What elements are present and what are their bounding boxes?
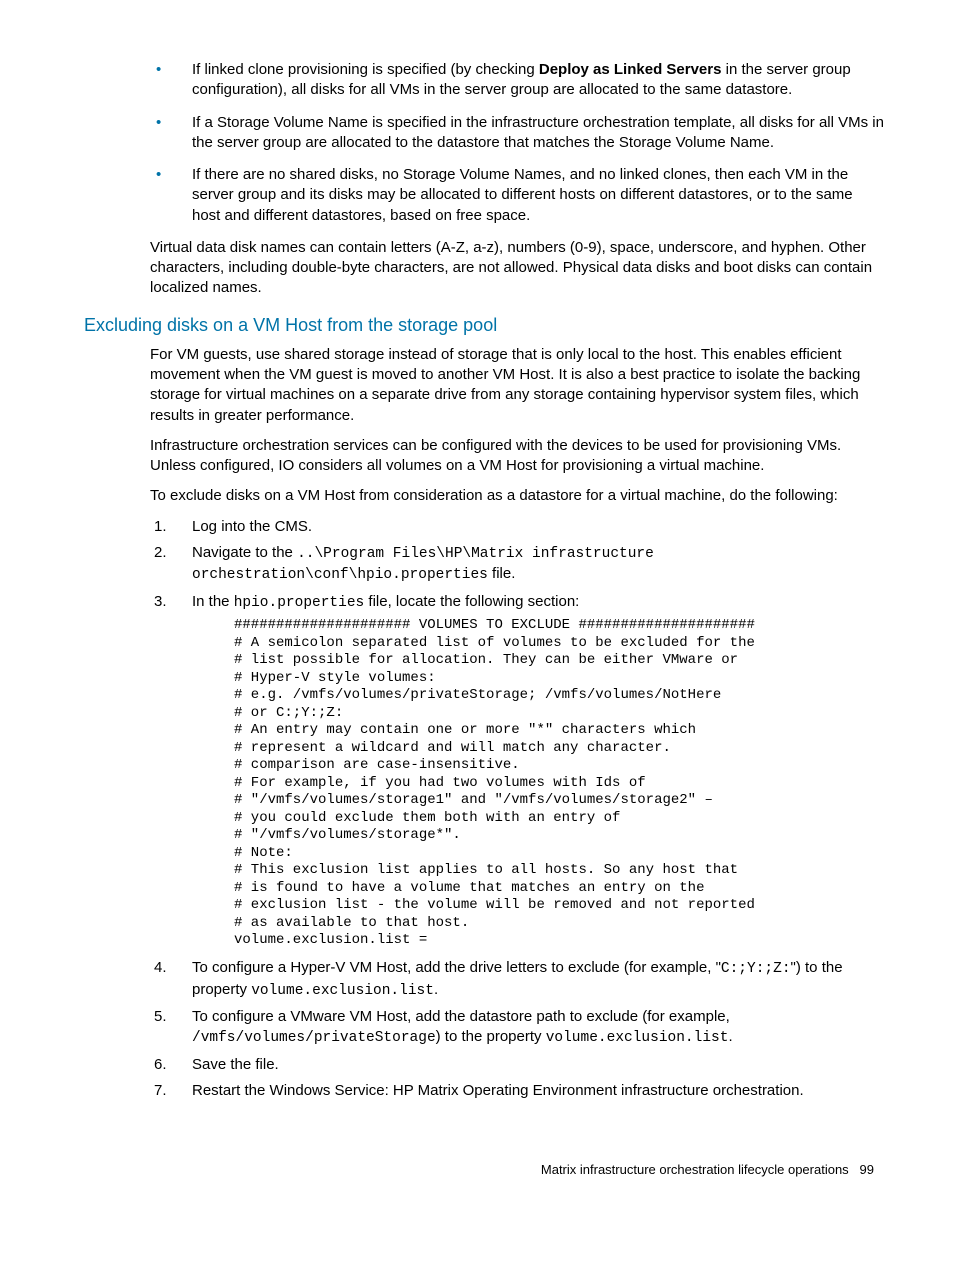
code-inline: hpio.properties (234, 595, 365, 611)
step-text: Restart the Windows Service: HP Matrix O… (192, 1082, 804, 1099)
paragraph: To exclude disks on a VM Host from consi… (150, 486, 884, 506)
list-item: Save the file. (150, 1055, 884, 1075)
bullet-list: If linked clone provisioning is specifie… (84, 60, 884, 226)
bullet-text-bold: Deploy as Linked Servers (539, 61, 722, 78)
list-item: Restart the Windows Service: HP Matrix O… (150, 1081, 884, 1101)
list-item: Navigate to the ..\Program Files\HP\Matr… (150, 543, 884, 586)
list-item: To configure a Hyper-V VM Host, add the … (150, 958, 884, 1001)
step-text: . (728, 1028, 732, 1045)
step-text: In the (192, 593, 234, 610)
bullet-item: If a Storage Volume Name is specified in… (150, 113, 884, 154)
code-inline: volume.exclusion.list (546, 1030, 729, 1046)
step-text: To configure a Hyper-V VM Host, add the … (192, 959, 721, 976)
page-number: 99 (860, 1162, 874, 1177)
step-text: ) to the property (436, 1028, 546, 1045)
step-text: Log into the CMS. (192, 518, 312, 535)
code-block: ##################### VOLUMES TO EXCLUDE… (234, 617, 884, 950)
section-heading: Excluding disks on a VM Host from the st… (84, 313, 884, 337)
paragraph: Virtual data disk names can contain lett… (150, 238, 884, 299)
step-text: Save the file. (192, 1056, 279, 1073)
code-inline: volume.exclusion.list (251, 983, 434, 999)
page-footer: Matrix infrastructure orchestration life… (84, 1161, 884, 1179)
bullet-item: If linked clone provisioning is specifie… (150, 60, 884, 101)
step-text: file. (488, 565, 516, 582)
bullet-text-pre: If there are no shared disks, no Storage… (192, 166, 853, 224)
list-item: In the hpio.properties file, locate the … (150, 592, 884, 950)
step-text: file, locate the following section: (364, 593, 579, 610)
code-inline: C:;Y:;Z: (721, 961, 791, 977)
code-inline: /vmfs/volumes/privateStorage (192, 1030, 436, 1046)
paragraph: For VM guests, use shared storage instea… (150, 345, 884, 426)
step-text: Navigate to the (192, 544, 297, 561)
step-text: To configure a VMware VM Host, add the d… (192, 1008, 730, 1025)
bullet-text-pre: If linked clone provisioning is specifie… (192, 61, 539, 78)
paragraph: Infrastructure orchestration services ca… (150, 436, 884, 477)
list-item: To configure a VMware VM Host, add the d… (150, 1007, 884, 1049)
bullet-item: If there are no shared disks, no Storage… (150, 165, 884, 226)
bullet-text-pre: If a Storage Volume Name is specified in… (192, 114, 884, 151)
numbered-list: Log into the CMS. Navigate to the ..\Pro… (150, 517, 884, 1102)
footer-text: Matrix infrastructure orchestration life… (541, 1162, 849, 1177)
step-text: . (434, 981, 438, 998)
list-item: Log into the CMS. (150, 517, 884, 537)
